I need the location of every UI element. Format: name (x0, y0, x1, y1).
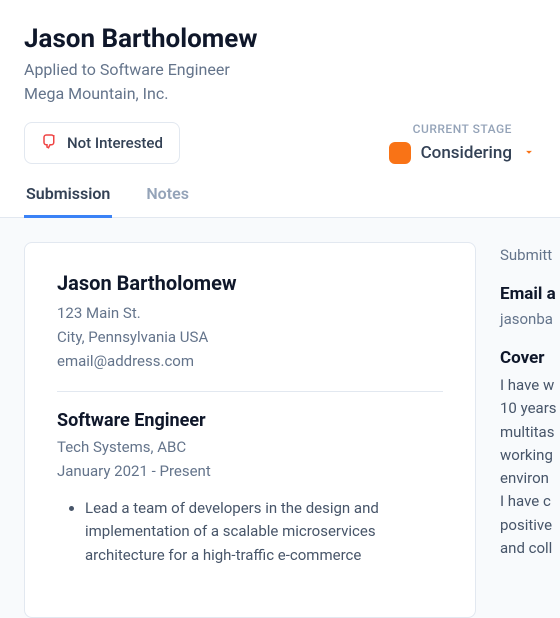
side-panel: Submitt Email a jasonba Cover I have w 1… (500, 242, 560, 618)
job-company: Tech Systems, ABC (57, 435, 443, 459)
job-bullets: Lead a team of developers in the design … (85, 497, 443, 567)
job-title: Software Engineer (57, 410, 443, 431)
applied-to: Applied to Software Engineer (24, 58, 536, 82)
chevron-down-icon (522, 144, 536, 163)
submitted-label: Submitt (500, 246, 560, 264)
stage-value: Considering (421, 143, 512, 163)
candidate-name: Jason Bartholomew (24, 24, 536, 54)
stage-color-icon (389, 142, 411, 164)
resume-addr2: City, Pennsylvania USA (57, 325, 443, 349)
resume-panel: Jason Bartholomew 123 Main St. City, Pen… (24, 242, 476, 618)
thumbs-down-icon (41, 132, 59, 154)
resume-addr1: 123 Main St. (57, 301, 443, 325)
cover-text: I have w 10 years multitas working envir… (500, 374, 560, 560)
tab-submission[interactable]: Submission (24, 184, 112, 218)
tab-notes[interactable]: Notes (144, 184, 191, 218)
cover-heading: Cover (500, 348, 560, 368)
not-interested-button[interactable]: Not Interested (24, 122, 180, 164)
email-heading: Email a (500, 284, 560, 304)
resume-email: email@address.com (57, 349, 443, 373)
tabs: Submission Notes (0, 164, 560, 218)
not-interested-label: Not Interested (67, 134, 163, 152)
company-name: Mega Mountain, Inc. (24, 82, 536, 106)
job-dates: January 2021 - Present (57, 459, 443, 483)
resume-name: Jason Bartholomew (57, 271, 443, 295)
email-value: jasonba (500, 310, 560, 328)
job-bullet: Lead a team of developers in the design … (85, 497, 443, 567)
stage-dropdown[interactable]: Considering (389, 142, 536, 164)
content-area: Jason Bartholomew 123 Main St. City, Pen… (0, 218, 560, 618)
stage-control: CURRENT STAGE Considering (389, 122, 536, 164)
divider (57, 391, 443, 392)
stage-label: CURRENT STAGE (389, 122, 536, 136)
